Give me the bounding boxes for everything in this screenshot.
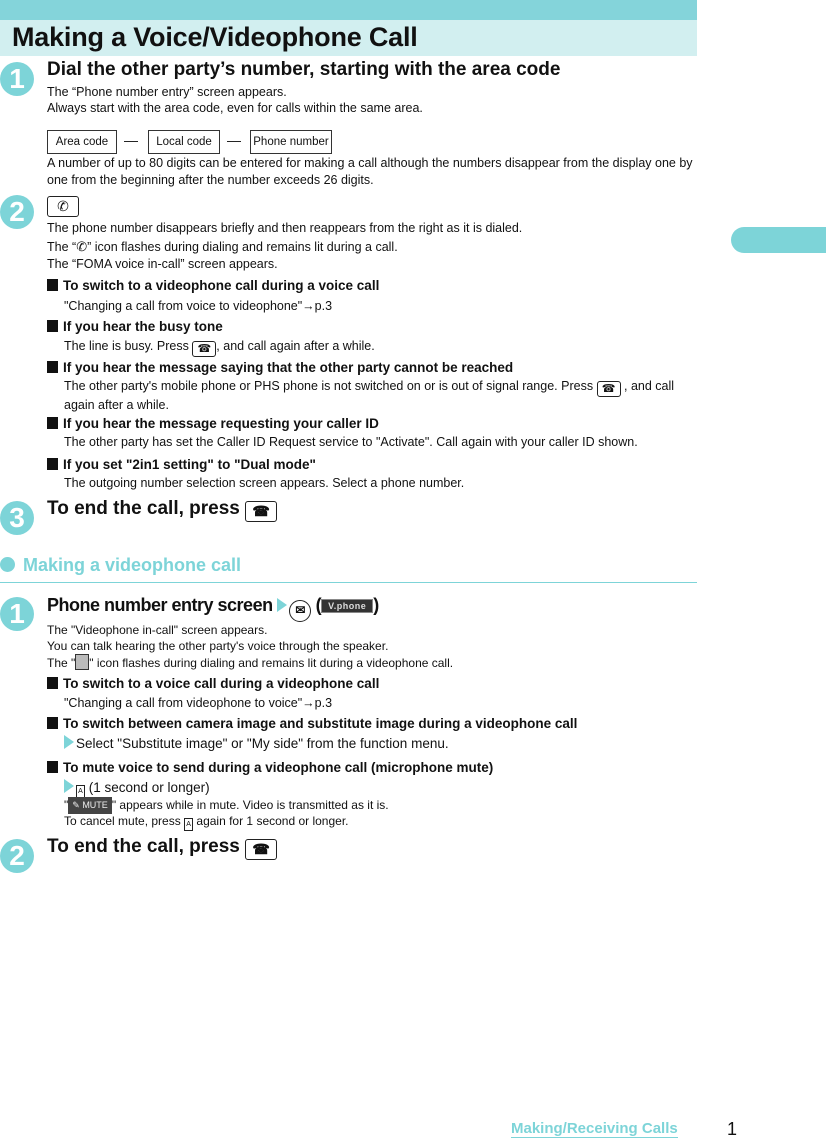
video-line-1: The "Videophone in-call" screen appears. [47, 623, 268, 637]
page-title: Making a Voice/Videophone Call [12, 22, 418, 52]
video-step-2-title: To end the call, press ☎ [47, 836, 278, 860]
mute-indicator-icon: ✎ MUTE [68, 797, 112, 814]
arrow-icon [64, 735, 74, 749]
text: The “ [47, 240, 77, 254]
text: The " [47, 656, 76, 670]
subsection-heading: If you hear the message requesting your … [47, 416, 379, 431]
heading-text: To mute voice to send during a videophon… [63, 760, 494, 775]
arrow-icon [277, 598, 288, 612]
mail-key-icon[interactable]: ✉ [289, 600, 312, 622]
text: To end the call, press [47, 498, 246, 519]
end-key-icon[interactable]: ☎ [245, 501, 278, 522]
text: To cancel mute, press [64, 814, 185, 828]
step-3-title: To end the call, press ☎ [47, 498, 278, 522]
square-bullet-icon [47, 458, 58, 470]
heading-text: To switch to a voice call during a video… [63, 676, 380, 691]
section-divider [0, 582, 697, 583]
video-line-2: You can talk hearing the other party's v… [47, 639, 389, 653]
separator: — [227, 132, 241, 148]
subsection-text: A (1 second or longer) [64, 779, 210, 798]
heading-text: Making a videophone call [23, 555, 242, 575]
subsection-heading: To mute voice to send during a videophon… [47, 760, 493, 775]
subsection-heading: If you set "2in1 setting" to "Dual mode" [47, 457, 316, 472]
arrow-icon [64, 779, 74, 793]
cross-reference-link[interactable]: "Changing a call from voice to videophon… [64, 298, 332, 315]
videophone-icon [75, 654, 90, 670]
subsection-heading: If you hear the message saying that the … [47, 360, 513, 375]
subsection-text: To cancel mute, press A again for 1 seco… [64, 813, 349, 831]
step-1-title: Dial the other party’s number, starting … [47, 59, 561, 80]
text: To end the call, press [47, 836, 246, 857]
subsection-text: The other party's mobile phone or PHS ph… [64, 378, 696, 414]
subsection-heading: To switch to a videophone call during a … [47, 278, 379, 293]
calling-icon: ✆ [76, 239, 88, 254]
square-bullet-icon [47, 761, 58, 773]
text: The line is busy. Press [64, 339, 193, 353]
mute-label: MUTE [82, 800, 108, 810]
step-1-note: A number of up to 80 digits can be enter… [47, 156, 693, 187]
video-step-1-title: Phone number entry screen ✉ (V.phone) [47, 595, 379, 622]
step-2-line-1: The phone number disappears briefly and … [47, 221, 523, 235]
area-code-box: Area code [47, 130, 117, 154]
side-key-icon[interactable]: A [184, 818, 194, 831]
start-key[interactable]: ✆ [47, 196, 79, 217]
heading-text: To switch between camera image and subst… [63, 716, 578, 731]
video-line-3: The " " icon flashes during dialing and r… [47, 654, 453, 672]
text: Phone number entry screen [47, 595, 273, 615]
section-heading: Making a videophone call [0, 555, 241, 576]
step-1-line-2: Always start with the area code, even fo… [47, 101, 423, 115]
bullet-dot-icon [0, 557, 15, 572]
subsection-text: " ✎ MUTE " appears while in mute. Video is… [64, 797, 389, 814]
step-1-line-1: The “Phone number entry” screen appears. [47, 85, 287, 99]
square-bullet-icon [47, 320, 58, 332]
subsection-heading: To switch between camera image and subst… [47, 716, 577, 731]
phone-number-box: Phone number [250, 130, 332, 154]
end-key-icon[interactable]: ☎ [245, 839, 278, 860]
subsection-text: Select "Substitute image" or "My side" f… [64, 735, 449, 752]
heading-text: If you set "2in1 setting" to "Dual mode" [63, 457, 316, 472]
square-bullet-icon [47, 717, 58, 729]
square-bullet-icon [47, 279, 58, 291]
step-badge-1: 1 [0, 62, 34, 96]
step-badge-2: 2 [0, 839, 34, 873]
heading-text: If you hear the message requesting your … [63, 416, 379, 431]
text: , and call again after a while. [216, 339, 375, 353]
heading-text: To switch to a videophone call during a … [63, 278, 380, 293]
local-code-box: Local code [148, 130, 220, 154]
text: The other party's mobile phone or PHS ph… [64, 379, 597, 393]
chapter-side-tab[interactable] [731, 227, 826, 253]
end-key-icon: ☎ [596, 381, 621, 397]
heading-text: If you hear the busy tone [63, 319, 223, 334]
subsection-text: The line is busy. Press ☎, and call agai… [64, 338, 375, 357]
text: (1 second or longer) [88, 780, 210, 795]
text: " icon flashes during dialing and remain… [89, 656, 454, 670]
cross-reference-link[interactable]: "Changing a call from videophone to voic… [64, 695, 332, 712]
step-badge-2: 2 [0, 195, 34, 229]
subsection-text: The other party has set the Caller ID Re… [64, 435, 638, 449]
subsection-heading: If you hear the busy tone [47, 319, 223, 334]
page-number: 1 [727, 1119, 738, 1139]
subsection-text: The outgoing number selection screen app… [64, 476, 465, 490]
step-badge-3: 3 [0, 501, 34, 535]
dial-key-icon: ✆ [47, 196, 79, 217]
subsection-heading: To switch to a voice call during a video… [47, 676, 379, 691]
text: Select "Substitute image" or "My side" f… [76, 736, 449, 751]
text: ” icon flashes during dialing and remain… [87, 240, 398, 254]
header-band [0, 0, 697, 20]
separator: — [124, 132, 138, 148]
step-2-line-2: The “✆” icon flashes during dialing and … [47, 238, 398, 256]
text: " appears while in mute. Video is transm… [111, 798, 389, 812]
text: again for 1 second or longer. [193, 814, 349, 828]
square-bullet-icon [47, 677, 58, 689]
step-2-line-3: The “FOMA voice in-call” screen appears. [47, 257, 278, 271]
end-key-icon: ☎ [192, 341, 217, 357]
chapter-link[interactable]: Making/Receiving Calls [511, 1120, 678, 1138]
step-badge-1: 1 [0, 597, 34, 631]
square-bullet-icon [47, 361, 58, 373]
square-bullet-icon [47, 417, 58, 429]
vphone-softkey[interactable]: V.phone [321, 599, 374, 613]
heading-text: If you hear the message saying that the … [63, 360, 514, 375]
